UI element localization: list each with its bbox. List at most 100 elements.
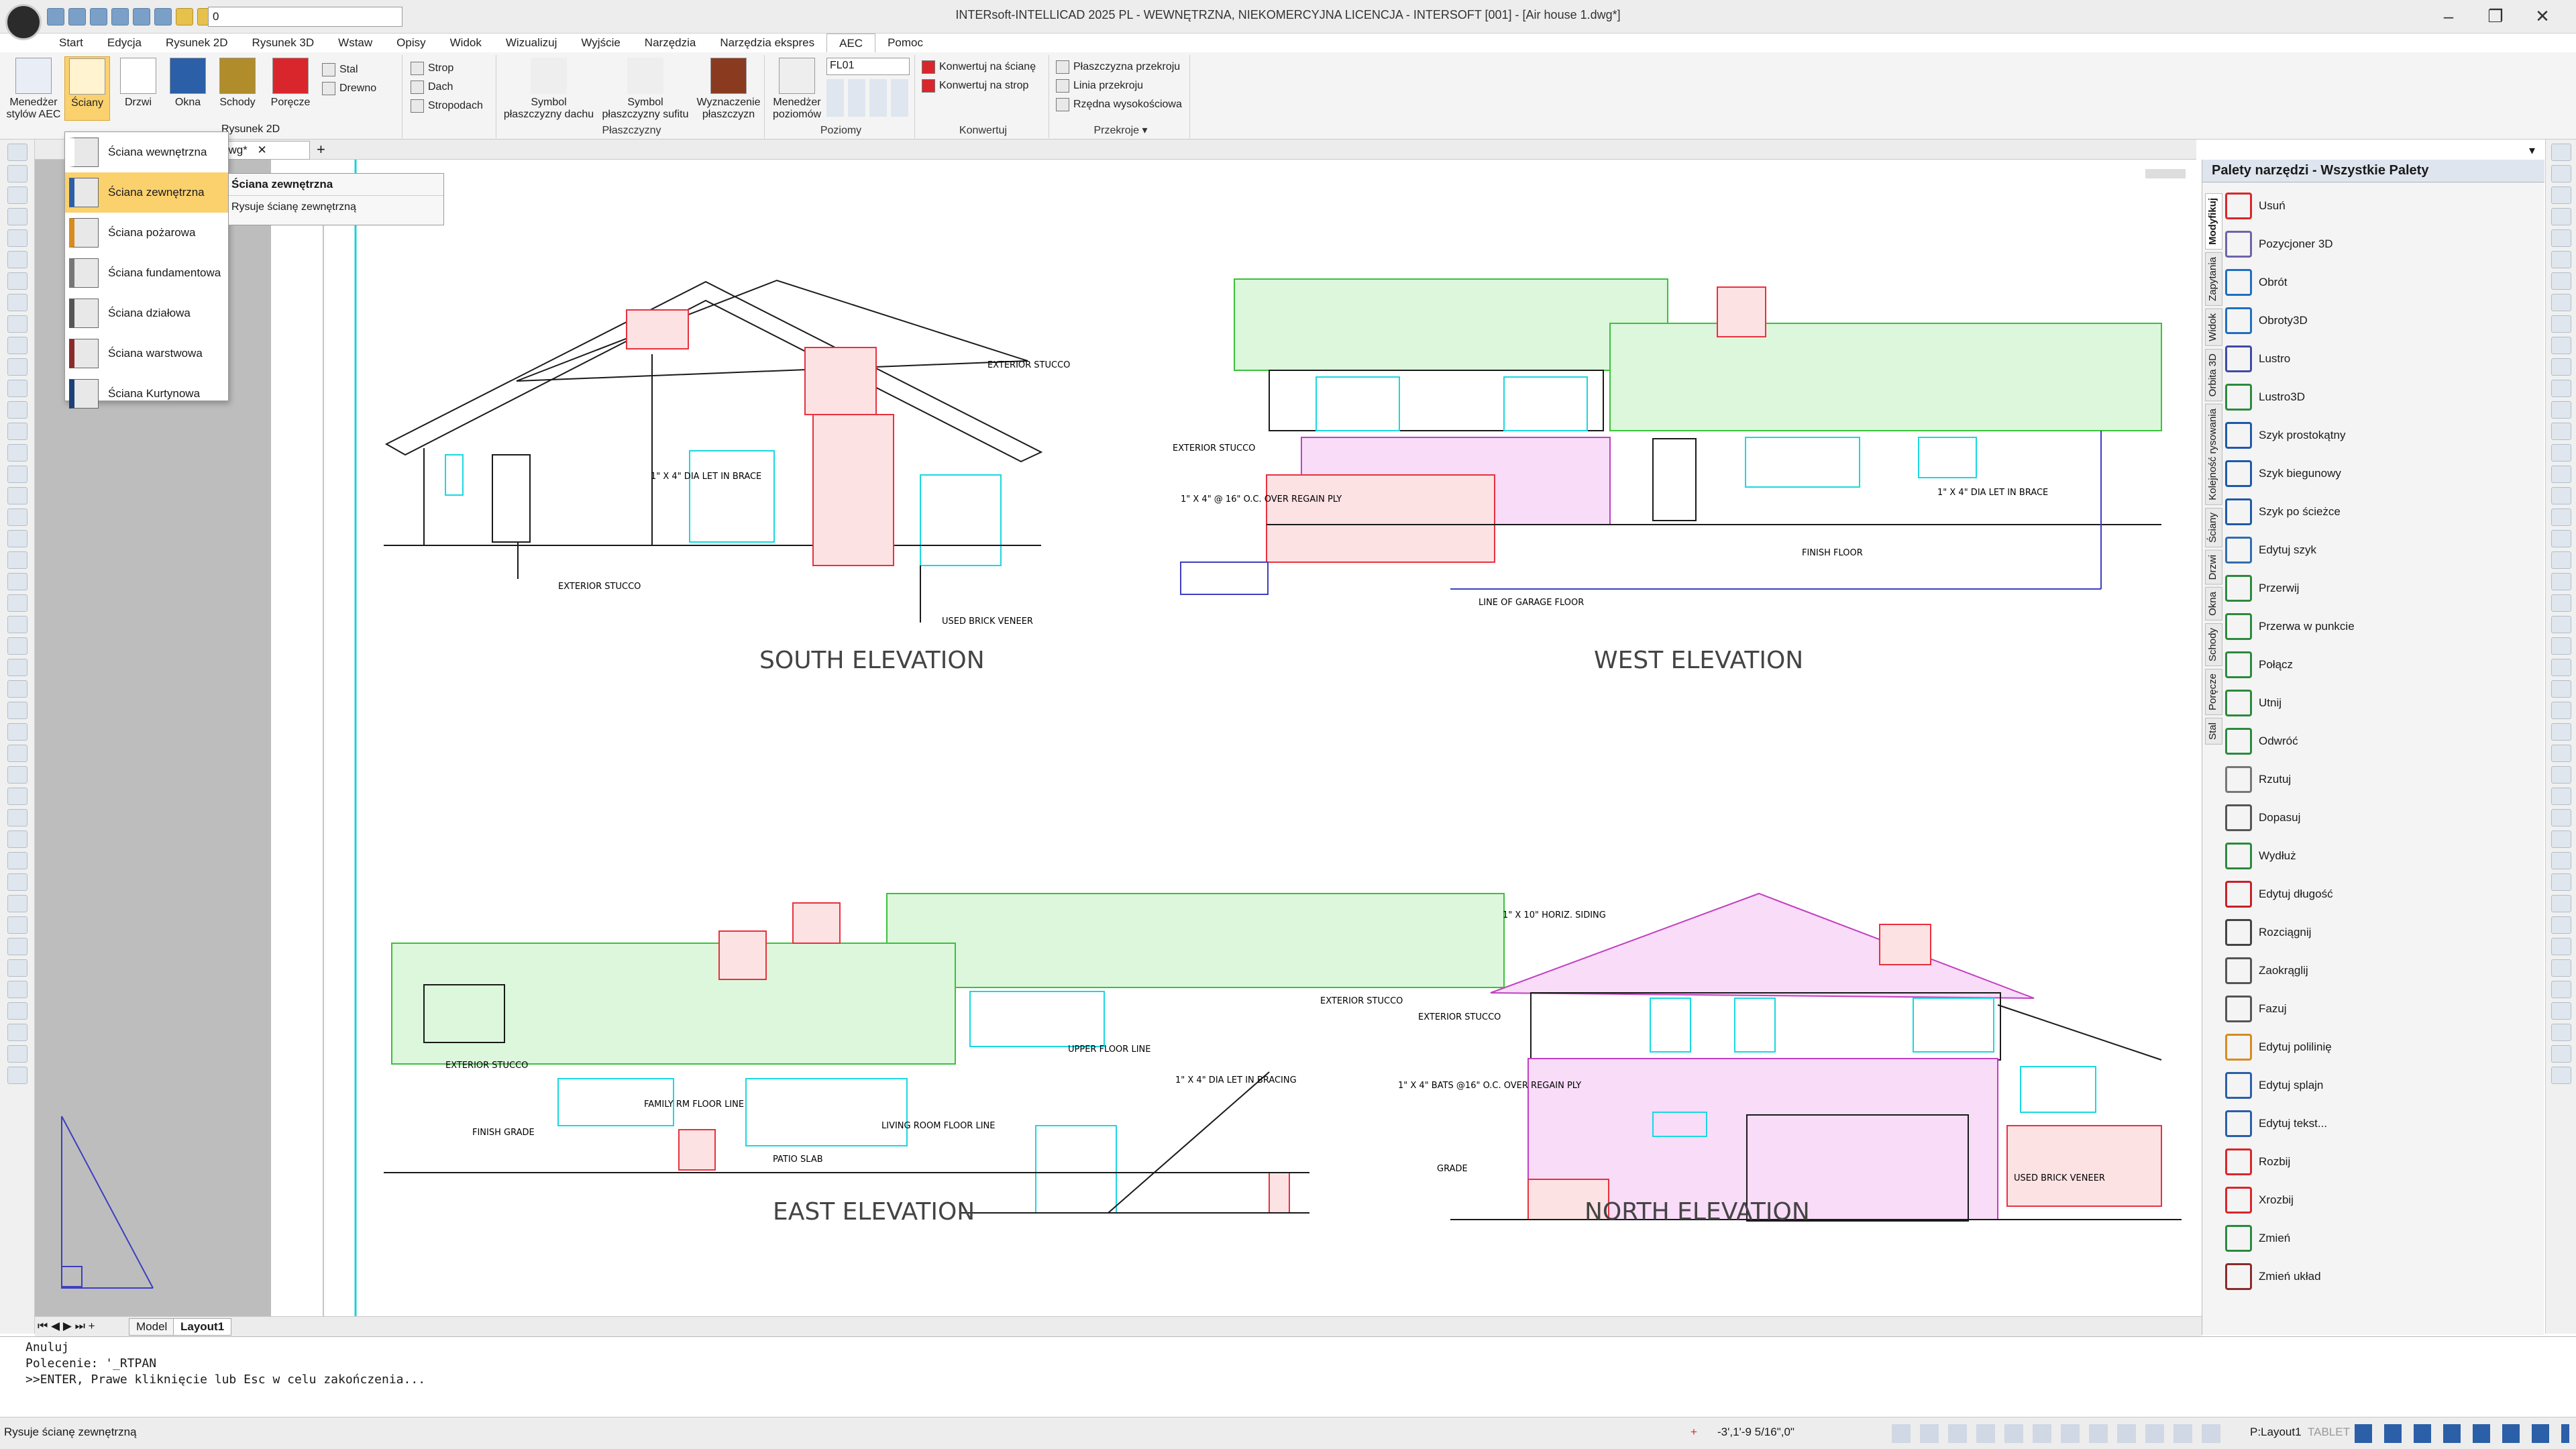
toolbar-tool-icon[interactable] xyxy=(7,637,28,655)
toolbar-tool-icon[interactable] xyxy=(2551,680,2571,698)
walls-button[interactable]: Ściany xyxy=(64,56,110,121)
menu-item[interactable]: Wstaw xyxy=(326,34,384,52)
palette-tab[interactable]: Kolejność rysowania xyxy=(2205,403,2222,505)
palette-tab[interactable]: Stal xyxy=(2205,717,2222,745)
toolbar-tool-icon[interactable] xyxy=(2551,959,2571,977)
toolbar-tool-icon[interactable] xyxy=(2551,938,2571,955)
toolbar-tool-icon[interactable] xyxy=(2551,830,2571,848)
toolbar-tool-icon[interactable] xyxy=(2551,723,2571,741)
section-line-button[interactable]: Linia przekroju xyxy=(1056,76,1182,95)
toolbar-tool-icon[interactable] xyxy=(2551,659,2571,676)
palette-tab[interactable]: Ściany xyxy=(2205,507,2222,547)
toolbar-tool-icon[interactable] xyxy=(7,337,28,354)
toolbar-tool-icon[interactable] xyxy=(2551,981,2571,998)
palette-item[interactable]: Edytuj splajn xyxy=(2225,1066,2540,1104)
toolbar-tool-icon[interactable] xyxy=(2551,444,2571,462)
toolbar-tool-icon[interactable] xyxy=(7,144,28,161)
palette-item[interactable]: Odwróć xyxy=(2225,722,2540,760)
palette-item[interactable]: Zmień xyxy=(2225,1219,2540,1257)
toolbar-tool-icon[interactable] xyxy=(7,616,28,633)
toolbar-tool-icon[interactable] xyxy=(2551,766,2571,784)
palette-tab[interactable]: Schody xyxy=(2205,623,2222,666)
toolbar-tool-icon[interactable] xyxy=(2551,573,2571,590)
toolbar-tool-icon[interactable] xyxy=(7,251,28,268)
toolbar-tool-icon[interactable] xyxy=(2551,144,2571,161)
toolbar-tool-icon[interactable] xyxy=(2551,1045,2571,1063)
toolbar-tool-icon[interactable] xyxy=(2551,873,2571,891)
convert-to-slab-button[interactable]: Konwertuj na strop xyxy=(922,76,1036,95)
level-manager-button[interactable]: Menedżer poziomów xyxy=(770,58,824,121)
walls-menu-item[interactable]: Ściana działowa xyxy=(65,293,228,333)
toolbar-tool-icon[interactable] xyxy=(2551,208,2571,225)
palette-item[interactable]: Szyk prostokątny xyxy=(2225,416,2540,454)
minimize-icon[interactable]: – xyxy=(2428,4,2469,28)
ceiling-plane-symbol-button[interactable]: Symbol płaszczyzny sufitu xyxy=(598,58,692,121)
palette-tab[interactable]: Orbita 3D xyxy=(2205,348,2222,401)
toolbar-tool-icon[interactable] xyxy=(2551,272,2571,290)
toolbar-tool-icon[interactable] xyxy=(2551,251,2571,268)
level-select[interactable]: FL01 xyxy=(826,58,910,75)
drawing-canvas[interactable]: EXTERIOR STUCCO EXTERIOR STUCCO USED BRI… xyxy=(35,160,2196,1319)
toolbar-tool-icon[interactable] xyxy=(2551,423,2571,440)
menu-item[interactable]: Narzędzia ekspres xyxy=(708,34,826,52)
toolbar-tool-icon[interactable] xyxy=(7,444,28,462)
toolbar-tool-icon[interactable] xyxy=(7,723,28,741)
windows-button[interactable]: Okna xyxy=(165,58,211,109)
toolbar-tool-icon[interactable] xyxy=(7,530,28,547)
toolbar-tool-icon[interactable] xyxy=(7,745,28,762)
roof-plane-symbol-button[interactable]: Symbol płaszczyzny dachu xyxy=(502,58,596,121)
command-line[interactable]: Anuluj Polecenie: '_RTPAN >>ENTER, Prawe… xyxy=(0,1336,2576,1417)
layout-nav-icons[interactable]: ⏮ ◀ ▶ ⏭ + xyxy=(38,1320,95,1333)
toolbar-tool-icon[interactable] xyxy=(7,272,28,290)
toolbar-tool-icon[interactable] xyxy=(7,487,28,504)
palette-item[interactable]: Rozbij xyxy=(2225,1142,2540,1181)
palette-tab[interactable]: Drzwi xyxy=(2205,549,2222,585)
palette-tab[interactable]: Widok xyxy=(2205,308,2222,346)
toolbar-tool-icon[interactable] xyxy=(7,766,28,784)
toolbar-tool-icon[interactable] xyxy=(2551,186,2571,204)
menu-item[interactable]: Wyjście xyxy=(569,34,632,52)
toolbar-tool-icon[interactable] xyxy=(2551,358,2571,376)
toolbar-tool-icon[interactable] xyxy=(7,938,28,955)
menu-item[interactable]: Wizualizuj xyxy=(494,34,570,52)
toolbar-tool-icon[interactable] xyxy=(2551,1067,2571,1084)
toolbar-tool-icon[interactable] xyxy=(7,830,28,848)
toolbar-tool-icon[interactable] xyxy=(7,680,28,698)
toolbar-tool-icon[interactable] xyxy=(7,659,28,676)
toolbar-tool-icon[interactable] xyxy=(7,208,28,225)
walls-menu-item[interactable]: Ściana warstwowa xyxy=(65,333,228,374)
toolbar-tool-icon[interactable] xyxy=(2551,745,2571,762)
menu-item[interactable]: AEC xyxy=(826,34,876,52)
toolbar-tool-icon[interactable] xyxy=(7,466,28,483)
toolbar-tool-icon[interactable] xyxy=(7,959,28,977)
menu-item[interactable]: Edycja xyxy=(95,34,154,52)
new-tab-icon[interactable]: + xyxy=(317,141,325,158)
ribbon-collapse-icon[interactable]: ▾ xyxy=(2529,144,2535,158)
palette-item[interactable]: Wydłuż xyxy=(2225,837,2540,875)
palette-item[interactable]: Edytuj polilinię xyxy=(2225,1028,2540,1066)
stropodach-button[interactable]: Stropodach xyxy=(411,97,483,115)
palette-item[interactable]: Fazuj xyxy=(2225,989,2540,1028)
walls-menu-item[interactable]: Ściana pożarowa xyxy=(65,213,228,253)
toolbar-tool-icon[interactable] xyxy=(7,551,28,569)
walls-menu-item[interactable]: Ściana Kurtynowa xyxy=(65,374,228,414)
toolbar-tool-icon[interactable] xyxy=(2551,895,2571,912)
ribbon-tab-rysunek2d[interactable]: Rysunek 2D xyxy=(221,123,280,136)
palette-item[interactable]: Xrozbij xyxy=(2225,1181,2540,1219)
palette-tab[interactable]: Okna xyxy=(2205,587,2222,621)
level-tools-grid[interactable] xyxy=(826,79,910,117)
toolbar-tool-icon[interactable] xyxy=(7,702,28,719)
toolbar-tool-icon[interactable] xyxy=(7,1024,28,1041)
toolbar-tool-icon[interactable] xyxy=(7,423,28,440)
toolbar-tool-icon[interactable] xyxy=(7,165,28,182)
wood-button[interactable]: Drewno xyxy=(322,79,402,98)
menu-item[interactable]: Start xyxy=(47,34,95,52)
palette-item[interactable]: Utnij xyxy=(2225,684,2540,722)
palette-item[interactable]: Obrót xyxy=(2225,263,2540,301)
doors-button[interactable]: Drzwi xyxy=(115,58,161,109)
tab-layout1[interactable]: Layout1 xyxy=(173,1318,232,1336)
toolbar-tool-icon[interactable] xyxy=(7,573,28,590)
maximize-icon[interactable]: ❐ xyxy=(2475,4,2516,28)
palette-item[interactable]: Pozycjoner 3D xyxy=(2225,225,2540,263)
palette-item[interactable]: Rozciągnij xyxy=(2225,913,2540,951)
